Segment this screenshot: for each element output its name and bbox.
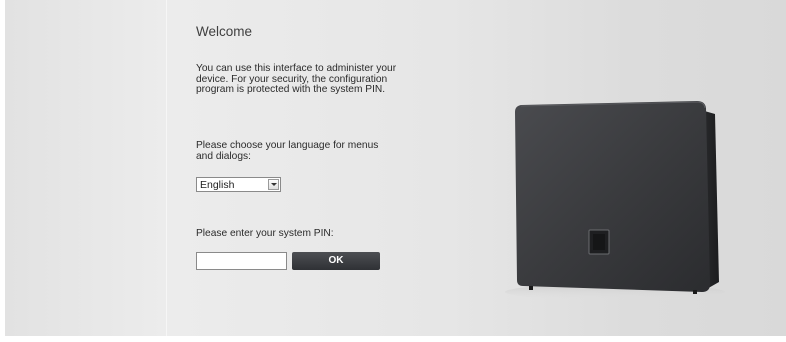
chevron-down-icon (271, 183, 277, 186)
base-station-device-image (505, 101, 725, 300)
bottom-strip (0, 336, 786, 342)
pin-prompt: Please enter your system PIN: (196, 228, 334, 239)
language-select[interactable]: English (196, 177, 281, 192)
intro-text: You can use this interface to administer… (196, 63, 397, 96)
ok-button[interactable]: OK (292, 252, 380, 270)
system-pin-input[interactable] (196, 252, 287, 270)
language-prompt: Please choose your language for menus an… (196, 140, 379, 162)
language-dropdown-button[interactable] (268, 179, 279, 190)
page-title: Welcome (196, 24, 253, 39)
language-select-value: English (200, 179, 235, 191)
left-sidebar-panel (5, 0, 166, 336)
login-page: Welcome You can use this interface to ad… (0, 0, 786, 342)
